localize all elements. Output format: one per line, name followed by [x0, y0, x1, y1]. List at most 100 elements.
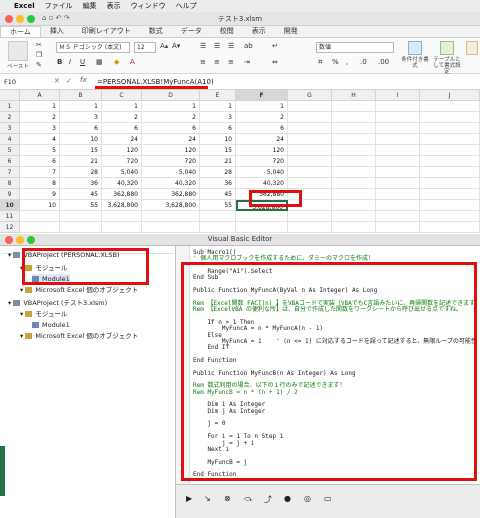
table-cell[interactable]: 1	[236, 101, 288, 112]
table-cell[interactable]: 5,040	[142, 167, 200, 178]
table-cell[interactable]: 4	[20, 134, 60, 145]
table-cell[interactable]: 28	[60, 167, 102, 178]
menu-view[interactable]: 表示	[107, 1, 121, 11]
copy-icon[interactable]: ❐	[36, 51, 42, 59]
table-cell[interactable]: 1	[20, 101, 60, 112]
align-center-icon[interactable]: ≡	[214, 58, 220, 66]
run-icon[interactable]: ▶	[186, 494, 192, 503]
cut-icon[interactable]: ✂	[36, 41, 42, 49]
tab-insert[interactable]: 挿入	[41, 26, 73, 37]
comma-style-icon[interactable]: ,	[346, 58, 348, 66]
table-cell[interactable]: 6	[236, 123, 288, 134]
table-cell[interactable]: 45	[200, 189, 236, 200]
table-cell[interactable]	[376, 123, 420, 134]
table-cell[interactable]: 10	[60, 134, 102, 145]
table-cell[interactable]: 10	[20, 200, 60, 211]
tree-item[interactable]: ▾ モジュール	[20, 309, 67, 319]
format-as-table-icon[interactable]	[440, 41, 454, 55]
font-grow-icon[interactable]: A▴	[160, 42, 168, 50]
table-cell[interactable]	[376, 112, 420, 123]
table-cell[interactable]	[420, 123, 480, 134]
align-bottom-icon[interactable]: ☰	[228, 42, 234, 50]
stop-icon[interactable]: ⊗	[224, 494, 231, 503]
percent-icon[interactable]: %	[332, 58, 339, 66]
table-cell[interactable]: 45	[60, 189, 102, 200]
currency-icon[interactable]: ¤	[318, 58, 322, 66]
table-cell[interactable]	[420, 112, 480, 123]
bold-icon[interactable]: B	[57, 58, 62, 66]
table-cell[interactable]	[20, 211, 60, 222]
menu-help[interactable]: ヘルプ	[176, 1, 197, 11]
table-cell[interactable]: 720	[102, 156, 142, 167]
table-cell[interactable]: 3	[200, 112, 236, 123]
breakpoint-icon[interactable]: ●	[284, 494, 291, 503]
tab-view[interactable]: 表示	[243, 26, 275, 37]
table-cell[interactable]	[102, 222, 142, 233]
step-out-icon[interactable]: ⤴	[264, 494, 272, 505]
table-cell[interactable]	[332, 211, 376, 222]
table-cell[interactable]: 8	[20, 178, 60, 189]
row-header[interactable]: 7	[0, 167, 20, 178]
column-header[interactable]: D	[142, 90, 200, 101]
table-cell[interactable]	[420, 222, 480, 233]
table-cell[interactable]	[236, 211, 288, 222]
table-cell[interactable]: 5,040	[102, 167, 142, 178]
table-cell[interactable]	[288, 112, 332, 123]
table-cell[interactable]: 3	[20, 123, 60, 134]
insert-function-icon[interactable]: fx	[80, 76, 87, 84]
table-cell[interactable]	[420, 101, 480, 112]
column-header[interactable]: I	[376, 90, 420, 101]
row-header[interactable]: 3	[0, 123, 20, 134]
table-cell[interactable]: 1	[142, 101, 200, 112]
paste-icon[interactable]	[8, 41, 28, 61]
table-cell[interactable]	[332, 145, 376, 156]
table-cell[interactable]: 2	[236, 112, 288, 123]
column-header[interactable]: A	[20, 90, 60, 101]
column-header[interactable]: F	[236, 90, 288, 101]
table-cell[interactable]: 720	[142, 156, 200, 167]
table-cell[interactable]	[376, 134, 420, 145]
table-cell[interactable]: 24	[102, 134, 142, 145]
number-format-select[interactable]: 数値	[316, 42, 394, 53]
table-cell[interactable]: 2	[20, 112, 60, 123]
table-cell[interactable]	[376, 156, 420, 167]
underline-icon[interactable]: U	[80, 58, 85, 66]
table-cell[interactable]	[420, 211, 480, 222]
table-cell[interactable]: 55	[200, 200, 236, 211]
table-cell[interactable]	[420, 189, 480, 200]
table-cell[interactable]	[332, 222, 376, 233]
table-cell[interactable]	[288, 167, 332, 178]
align-middle-icon[interactable]: ☰	[214, 42, 220, 50]
table-cell[interactable]	[142, 222, 200, 233]
table-cell[interactable]: 24	[236, 134, 288, 145]
table-cell[interactable]: 15	[60, 145, 102, 156]
table-cell[interactable]: 15	[200, 145, 236, 156]
table-cell[interactable]	[332, 178, 376, 189]
row-header[interactable]: 6	[0, 156, 20, 167]
table-cell[interactable]: 10	[200, 134, 236, 145]
table-cell[interactable]: 1	[102, 101, 142, 112]
table-cell[interactable]: 9	[20, 189, 60, 200]
italic-icon[interactable]: I	[69, 58, 71, 66]
orientation-icon[interactable]: ab	[244, 42, 253, 50]
table-cell[interactable]	[20, 222, 60, 233]
table-cell[interactable]: 21	[200, 156, 236, 167]
table-cell[interactable]	[288, 211, 332, 222]
table-cell[interactable]: 6	[102, 123, 142, 134]
cell-styles-icon[interactable]	[466, 41, 478, 55]
table-cell[interactable]	[376, 200, 420, 211]
table-cell[interactable]	[332, 112, 376, 123]
table-cell[interactable]	[376, 222, 420, 233]
table-cell[interactable]	[376, 101, 420, 112]
table-cell[interactable]: 2	[102, 112, 142, 123]
row-header[interactable]: 8	[0, 178, 20, 189]
table-cell[interactable]: 1	[200, 101, 236, 112]
select-all-corner[interactable]	[0, 90, 20, 101]
table-cell[interactable]: 720	[236, 156, 288, 167]
table-cell[interactable]: 120	[142, 145, 200, 156]
align-top-icon[interactable]: ☰	[200, 42, 206, 50]
step-over-icon[interactable]: ⤼	[244, 494, 253, 504]
format-painter-icon[interactable]: ✎	[36, 61, 42, 69]
tab-data[interactable]: データ	[172, 26, 211, 37]
decrease-decimal-icon[interactable]: .00	[378, 58, 389, 66]
